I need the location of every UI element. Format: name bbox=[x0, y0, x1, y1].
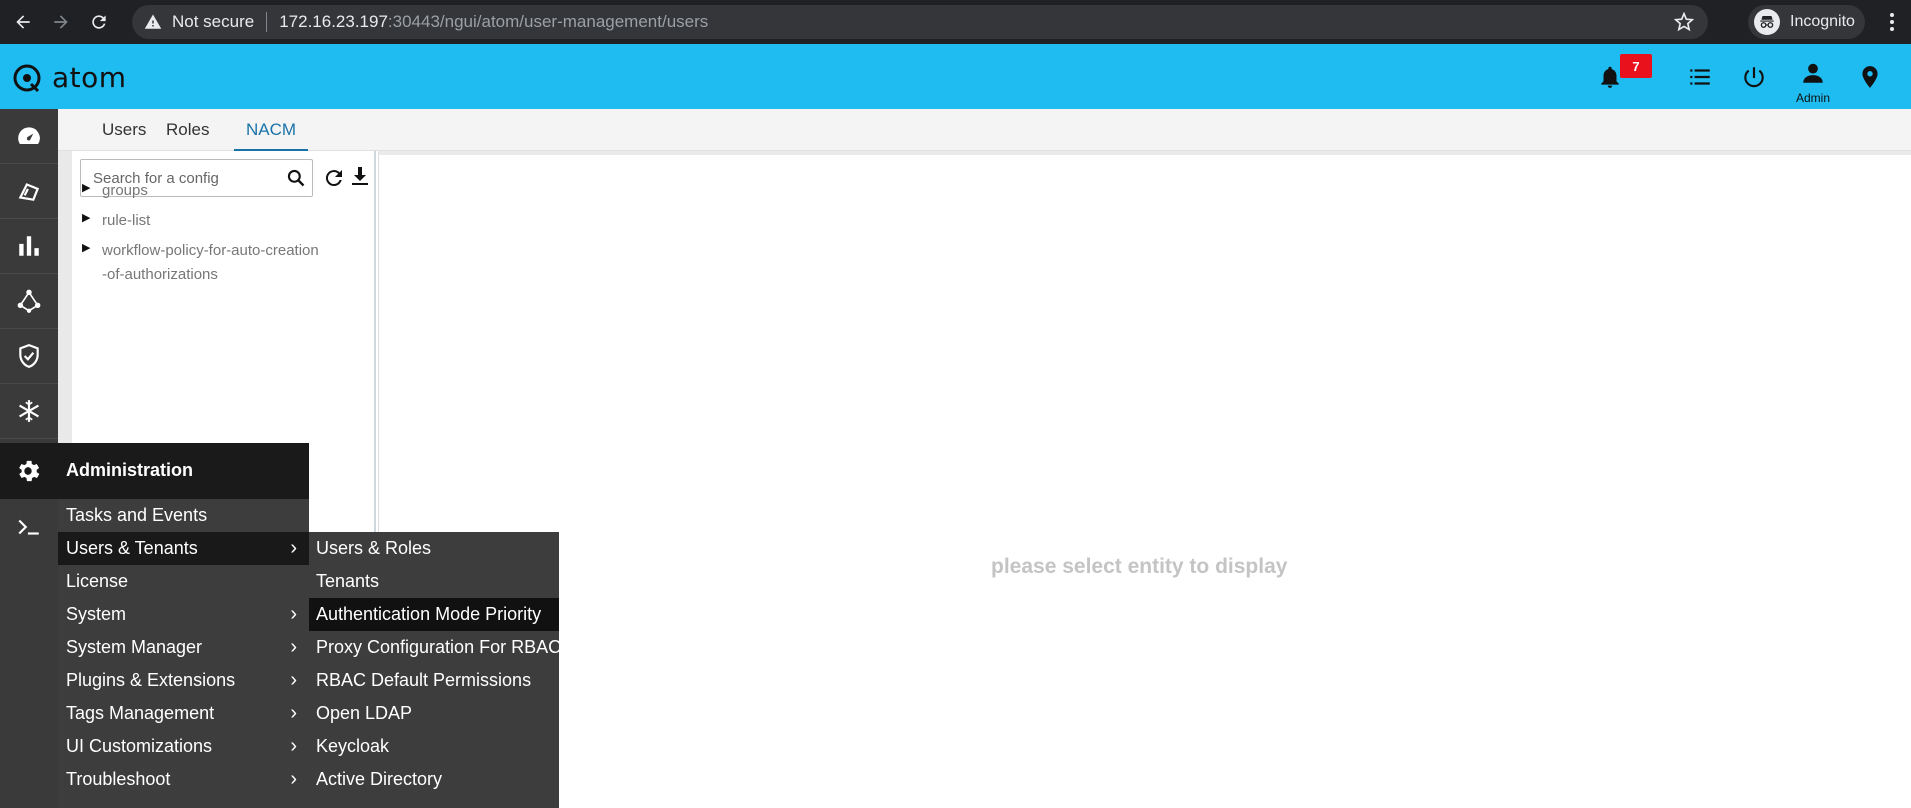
topology-icon bbox=[17, 289, 41, 313]
user-menu[interactable]: Admin bbox=[1790, 60, 1836, 105]
rail-item-devices[interactable] bbox=[0, 164, 58, 219]
chevron-right-icon: › bbox=[290, 702, 297, 724]
chevron-right-icon: › bbox=[290, 768, 297, 790]
url-path: :30443/ngui/atom/user-management/users bbox=[387, 12, 709, 31]
menu-item-ui-customizations[interactable]: UI Customizations › bbox=[58, 730, 309, 763]
security-indicator[interactable]: Not secure bbox=[144, 12, 254, 32]
menu-item-system[interactable]: System › bbox=[58, 598, 309, 631]
menu-item-plugins-and-extensions[interactable]: Plugins & Extensions › bbox=[58, 664, 309, 697]
tree-item-workflow-policy[interactable]: ▶ workflow-policy-for-auto-creation-of-a… bbox=[82, 239, 319, 283]
bookmark-star-icon[interactable] bbox=[1674, 12, 1694, 32]
tree-item-label: rule-list bbox=[102, 212, 151, 229]
back-button[interactable] bbox=[8, 7, 38, 37]
url-divider bbox=[266, 12, 268, 32]
menu-item-troubleshoot[interactable]: Troubleshoot › bbox=[58, 763, 309, 796]
power-icon[interactable] bbox=[1741, 64, 1767, 90]
submenu-item-proxy-configuration-rbac[interactable]: Proxy Configuration For RBAC bbox=[309, 631, 561, 664]
incognito-icon bbox=[1754, 9, 1780, 35]
rail-item-topology[interactable] bbox=[0, 274, 58, 329]
submenu-item-keycloak[interactable]: Keycloak bbox=[309, 730, 559, 763]
menu-item-system-manager[interactable]: System Manager › bbox=[58, 631, 309, 664]
submenu-item-tenants[interactable]: Tenants bbox=[309, 565, 559, 598]
detail-panel: please select entity to display bbox=[378, 151, 1911, 808]
atom-logo[interactable]: atom bbox=[12, 61, 127, 94]
submenu-item-rbac-default-permissions[interactable]: RBAC Default Permissions bbox=[309, 664, 559, 697]
speedometer-icon bbox=[18, 127, 40, 145]
arrow-left-icon bbox=[16, 15, 30, 29]
rail-item-administration[interactable]: Administration bbox=[0, 443, 309, 499]
user-label: Admin bbox=[1795, 91, 1830, 105]
shield-check-icon bbox=[19, 344, 39, 368]
reload-icon bbox=[92, 15, 106, 29]
tree-item-label: workflow-policy-for-auto-creation-of-aut… bbox=[102, 242, 319, 283]
tab-roles[interactable]: Roles bbox=[154, 109, 221, 151]
atom-logo-icon bbox=[13, 64, 41, 92]
submenu-item-active-directory[interactable]: Active Directory bbox=[309, 763, 559, 796]
tree-item-label: groups bbox=[102, 182, 148, 199]
snowflake-icon bbox=[19, 400, 39, 422]
menu-item-label: Tasks and Events bbox=[66, 505, 208, 525]
security-label: Not secure bbox=[172, 12, 255, 31]
rail-item-terminal[interactable] bbox=[0, 499, 58, 554]
tab-nacm[interactable]: NACM bbox=[234, 109, 309, 151]
submenu-item-open-ldap[interactable]: Open LDAP bbox=[309, 697, 559, 730]
administration-menu: Tasks and Events Users & Tenants › Licens… bbox=[58, 499, 309, 808]
incognito-profile[interactable]: Incognito bbox=[1748, 5, 1865, 39]
url-host: 172.16.23.197 bbox=[279, 12, 388, 31]
expand-arrow-icon[interactable]: ▶ bbox=[82, 209, 102, 224]
chevron-right-icon: › bbox=[290, 636, 297, 658]
rail-item-compliance[interactable] bbox=[0, 329, 58, 384]
menu-item-label: Troubleshoot bbox=[66, 769, 171, 789]
menu-item-label: Tags Management bbox=[66, 703, 215, 723]
list-icon[interactable] bbox=[1687, 64, 1713, 90]
menu-item-tags-management[interactable]: Tags Management › bbox=[58, 697, 309, 730]
warning-icon bbox=[144, 14, 162, 29]
reload-button[interactable] bbox=[84, 7, 114, 37]
submenu-item-authentication-mode-priority[interactable]: Authentication Mode Priority bbox=[309, 598, 559, 631]
tree-item-groups[interactable]: ▶ groups bbox=[82, 179, 148, 199]
devices-icon bbox=[18, 183, 40, 201]
address-bar[interactable]: Not secure 172.16.23.197:30443/ngui/atom… bbox=[132, 5, 1708, 39]
chevron-right-icon: › bbox=[290, 537, 297, 559]
chevron-right-icon: › bbox=[290, 603, 297, 625]
chevron-right-icon: › bbox=[290, 669, 297, 691]
user-management-tabs: Users Roles NACM bbox=[58, 109, 1911, 151]
administration-menu-title: Administration bbox=[66, 460, 194, 480]
tree-item-rule-list[interactable]: ▶ rule-list bbox=[82, 209, 150, 229]
location-pin-icon[interactable] bbox=[1857, 64, 1883, 90]
menu-item-label: System Manager bbox=[66, 637, 203, 657]
notification-count-badge[interactable]: 7 bbox=[1620, 54, 1652, 78]
menu-item-label: Plugins & Extensions bbox=[66, 670, 236, 690]
bar-chart-icon bbox=[19, 236, 39, 256]
logo-text: atom bbox=[52, 61, 127, 94]
menu-item-label: System bbox=[66, 604, 127, 624]
forward-button[interactable] bbox=[46, 7, 76, 37]
menu-item-license[interactable]: License bbox=[58, 565, 309, 598]
menu-item-label: UI Customizations bbox=[66, 736, 213, 756]
arrow-right-icon bbox=[54, 15, 68, 29]
chevron-right-icon: › bbox=[290, 735, 297, 757]
expand-arrow-icon[interactable]: ▶ bbox=[82, 179, 102, 194]
submenu-item-users-and-roles[interactable]: Users & Roles bbox=[309, 532, 559, 565]
browser-menu-icon[interactable] bbox=[1880, 10, 1904, 34]
menu-item-label: License bbox=[66, 571, 129, 591]
menu-item-tasks-and-events[interactable]: Tasks and Events bbox=[58, 499, 309, 532]
terminal-icon bbox=[18, 519, 39, 535]
users-tenants-submenu: Users & Roles Tenants Authentication Mod… bbox=[309, 532, 561, 808]
gear-icon bbox=[19, 460, 40, 482]
menu-item-label: Users & Tenants bbox=[66, 538, 198, 558]
rail-item-analytics[interactable] bbox=[0, 219, 58, 274]
empty-state-message: please select entity to display bbox=[991, 555, 1288, 578]
tab-users[interactable]: Users bbox=[90, 109, 158, 151]
rail-item-automation[interactable] bbox=[0, 384, 58, 439]
menu-item-users-and-tenants[interactable]: Users & Tenants › bbox=[58, 532, 309, 565]
user-icon bbox=[1803, 63, 1823, 83]
rail-item-dashboard[interactable] bbox=[0, 109, 58, 164]
profile-label: Incognito bbox=[1790, 13, 1855, 30]
expand-arrow-icon[interactable]: ▶ bbox=[82, 239, 102, 254]
